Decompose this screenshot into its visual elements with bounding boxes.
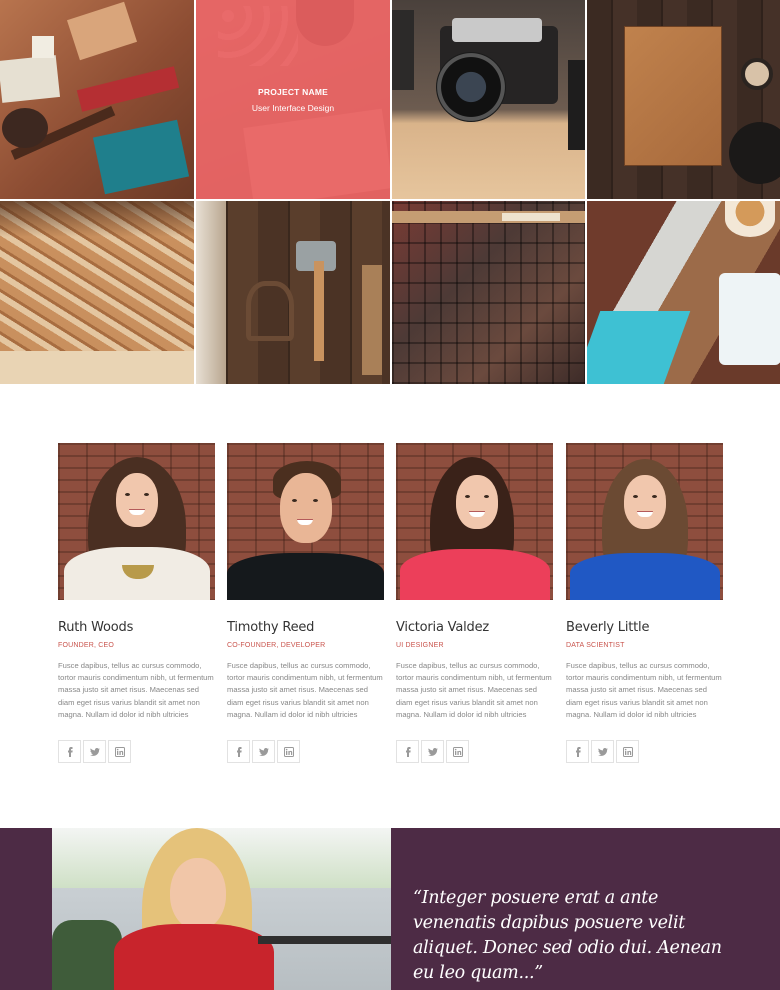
letter-y-shape [32, 36, 54, 58]
social-links [58, 740, 215, 763]
top-shadow-shape [0, 201, 194, 237]
testimonial-section: “Integer posuere erat a ante venenatis d… [0, 828, 780, 990]
portfolio-tile-pencils[interactable] [0, 201, 194, 384]
portfolio-tile-camera[interactable] [392, 0, 585, 199]
member-role: UI DESIGNER [396, 642, 444, 649]
hammer-shape [362, 265, 382, 375]
label-shape [502, 213, 560, 221]
social-links [227, 740, 384, 763]
social-links [566, 740, 723, 763]
axe-handle-shape [314, 261, 324, 361]
torso-shape [570, 553, 720, 600]
member-role: FOUNDER, CEO [58, 642, 115, 649]
face-shape [116, 473, 158, 527]
armchair-shape [52, 920, 122, 990]
member-name: Victoria Valdez [396, 620, 490, 635]
member-name: Beverly Little [566, 620, 650, 635]
window-frame-shape [258, 936, 391, 944]
member-role: DATA SCIENTIST [566, 642, 625, 649]
camera-left-shape [392, 10, 414, 90]
portfolio-tile-school-items[interactable] [0, 0, 194, 199]
member-photo [396, 443, 553, 600]
team-member-card: Beverly Little DATA SCIENTIST Fusce dapi… [566, 443, 723, 763]
portfolio-tile-letterpress[interactable] [392, 201, 585, 384]
face-shape [280, 473, 332, 543]
torso-shape [114, 924, 274, 990]
member-photo [227, 443, 384, 600]
member-bio: Fusce dapibus, tellus ac cursus commodo,… [58, 661, 214, 719]
social-links [396, 740, 553, 763]
badge-shape [2, 108, 48, 148]
project-category: User Interface Design [251, 102, 335, 113]
pliers-shape [246, 281, 294, 341]
facebook-icon[interactable] [227, 740, 250, 763]
team-member-card: Victoria Valdez UI DESIGNER Fusce dapibu… [396, 443, 553, 763]
member-bio: Fusce dapibus, tellus ac cursus commodo,… [227, 661, 383, 719]
torso-shape [227, 553, 384, 600]
twitter-icon[interactable] [83, 740, 106, 763]
twitter-icon[interactable] [591, 740, 614, 763]
team-member-card: Ruth Woods FOUNDER, CEO Fusce dapibus, t… [58, 443, 215, 763]
leather-notebook-shape [624, 26, 722, 166]
bottom-strip-shape [0, 351, 194, 384]
linkedin-icon[interactable] [277, 740, 300, 763]
camera-top-shape [452, 18, 542, 42]
face-shape [624, 475, 666, 529]
portfolio-tile-featured[interactable]: PROJECT NAME User Interface Design [196, 0, 390, 199]
project-name: PROJECT NAME [258, 86, 328, 97]
linkedin-icon[interactable] [446, 740, 469, 763]
camera-lens-shape [436, 52, 506, 122]
facebook-icon[interactable] [566, 740, 589, 763]
portfolio-tile-notebook[interactable] [587, 0, 780, 199]
tile-image [392, 201, 585, 384]
linkedin-icon[interactable] [616, 740, 639, 763]
coffee-cup-shape [725, 201, 775, 237]
portfolio-tile-coffee[interactable] [587, 201, 780, 384]
portfolio-tile-tools[interactable] [196, 201, 390, 384]
member-bio: Fusce dapibus, tellus ac cursus commodo,… [396, 661, 552, 719]
member-photo [566, 443, 723, 600]
member-name: Timothy Reed [227, 620, 315, 635]
face-shape [170, 858, 226, 930]
twitter-icon[interactable] [421, 740, 444, 763]
face-shape [456, 475, 498, 529]
linkedin-icon[interactable] [108, 740, 131, 763]
bowl-shape [741, 58, 773, 90]
facebook-icon[interactable] [396, 740, 419, 763]
team-member-card: Timothy Reed CO-FOUNDER, DEVELOPER Fusce… [227, 443, 384, 763]
twitter-icon[interactable] [252, 740, 275, 763]
camera-right-shape [568, 60, 585, 150]
light-strip-shape [196, 201, 226, 384]
testimonial-quote: “Integer posuere erat a ante venenatis d… [413, 888, 722, 983]
portfolio-grid: PROJECT NAME User Interface Design [0, 0, 780, 384]
plate-shape [719, 273, 780, 365]
torso-shape [400, 549, 550, 600]
testimonial-photo [52, 828, 391, 990]
member-bio: Fusce dapibus, tellus ac cursus commodo,… [566, 661, 722, 719]
project-overlay: PROJECT NAME User Interface Design [196, 0, 390, 199]
member-name: Ruth Woods [58, 620, 134, 635]
card-shape [0, 55, 61, 103]
facebook-icon[interactable] [58, 740, 81, 763]
member-photo [58, 443, 215, 600]
member-role: CO-FOUNDER, DEVELOPER [227, 642, 326, 649]
